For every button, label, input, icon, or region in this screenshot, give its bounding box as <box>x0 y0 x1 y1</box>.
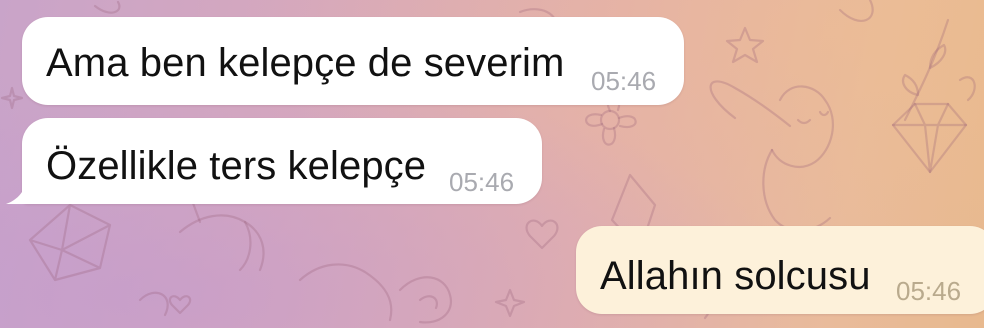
small-heart-doodle-icon <box>168 295 192 315</box>
message-bubble-outgoing[interactable]: Allahın solcusu 05:46 <box>576 226 984 314</box>
heart-doodle-icon <box>525 219 559 250</box>
message-text: Ama ben kelepçe de severim <box>46 41 565 85</box>
message-bubble-incoming[interactable]: Ama ben kelepçe de severim 05:46 <box>22 17 684 105</box>
message-text: Özellikle ters kelepçe <box>46 144 427 188</box>
message-timestamp: 05:46 <box>591 66 657 96</box>
message-text: Allahın solcusu <box>600 254 871 298</box>
unicorn-doodle-icon <box>178 193 453 324</box>
message-bubble-incoming[interactable]: Özellikle ters kelepçe 05:46 <box>22 118 542 204</box>
bunny-doodle-icon <box>709 80 834 232</box>
bubble-tail-icon <box>6 176 34 204</box>
message-timestamp: 05:46 <box>449 167 515 197</box>
diamond-doodle-icon <box>891 102 968 174</box>
message-timestamp: 05:46 <box>896 276 962 306</box>
